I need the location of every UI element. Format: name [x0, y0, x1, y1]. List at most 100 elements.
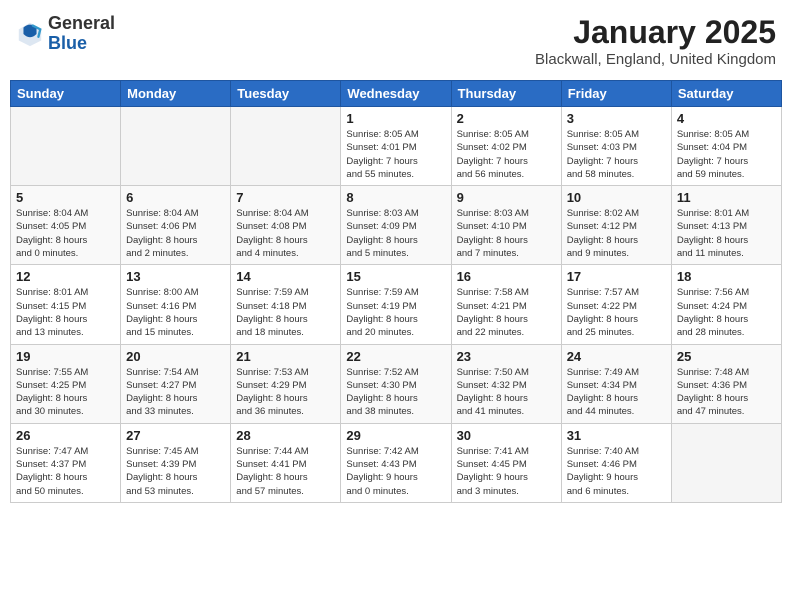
day-number: 1 [346, 111, 445, 126]
calendar-cell: 20 Sunrise: 7:54 AMSunset: 4:27 PMDayligh… [121, 344, 231, 423]
calendar-cell: 30Sunrise: 7:41 AMSunset: 4:45 PMDayligh… [451, 423, 561, 502]
day-number: 27 [126, 428, 225, 443]
calendar-cell: 22 Sunrise: 7:52 AMSunset: 4:30 PMDayligh… [341, 344, 451, 423]
day-number: 13 [126, 269, 225, 284]
day-info: Sunrise: 7:59 AMSunset: 4:18 PMDaylight:… [236, 286, 335, 339]
day-info: Sunrise: 7:44 AMSunset: 4:41 PMDaylight:… [236, 445, 335, 498]
week-row-4: 19 Sunrise: 7:55 AMSunset: 4:25 PMDayligh… [11, 344, 782, 423]
day-info: Sunrise: 8:03 AMSunset: 4:10 PMDaylight:… [457, 207, 556, 260]
day-info: Sunrise: 7:54 AMSunset: 4:27 PMDaylight:… [126, 366, 225, 419]
calendar-cell: 6 Sunrise: 8:04 AMSunset: 4:06 PMDaylight… [121, 186, 231, 265]
day-number: 3 [567, 111, 666, 126]
day-number: 8 [346, 190, 445, 205]
day-info: Sunrise: 8:03 AMSunset: 4:09 PMDaylight:… [346, 207, 445, 260]
title-area: January 2025 Blackwall, England, United … [535, 14, 776, 68]
calendar-cell: 25 Sunrise: 7:48 AMSunset: 4:36 PMDayligh… [671, 344, 781, 423]
calendar-cell: 19 Sunrise: 7:55 AMSunset: 4:25 PMDayligh… [11, 344, 121, 423]
weekday-header-wednesday: Wednesday [341, 81, 451, 107]
calendar-cell: 26 Sunrise: 7:47 AMSunset: 4:37 PMDayligh… [11, 423, 121, 502]
day-info: Sunrise: 7:50 AMSunset: 4:32 PMDaylight:… [457, 366, 556, 419]
day-number: 5 [16, 190, 115, 205]
day-info: Sunrise: 8:05 AMSunset: 4:03 PMDaylight:… [567, 128, 666, 181]
day-number: 7 [236, 190, 335, 205]
calendar-cell: 9Sunrise: 8:03 AMSunset: 4:10 PMDaylight… [451, 186, 561, 265]
weekday-header-row: SundayMondayTuesdayWednesdayThursdayFrid… [11, 81, 782, 107]
weekday-header-monday: Monday [121, 81, 231, 107]
day-info: Sunrise: 7:48 AMSunset: 4:36 PMDaylight:… [677, 366, 776, 419]
calendar-cell: 3 Sunrise: 8:05 AMSunset: 4:03 PMDaylight… [561, 107, 671, 186]
day-number: 2 [457, 111, 556, 126]
calendar-cell [121, 107, 231, 186]
calendar-cell: 21Sunrise: 7:53 AMSunset: 4:29 PMDayligh… [231, 344, 341, 423]
day-number: 14 [236, 269, 335, 284]
week-row-1: 1Sunrise: 8:05 AMSunset: 4:01 PMDaylight… [11, 107, 782, 186]
day-number: 17 [567, 269, 666, 284]
calendar-cell: 1Sunrise: 8:05 AMSunset: 4:01 PMDaylight… [341, 107, 451, 186]
calendar-cell: 8 Sunrise: 8:03 AMSunset: 4:09 PMDaylight… [341, 186, 451, 265]
day-number: 21 [236, 349, 335, 364]
calendar-cell: 12 Sunrise: 8:01 AMSunset: 4:15 PMDayligh… [11, 265, 121, 344]
day-number: 20 [126, 349, 225, 364]
day-number: 18 [677, 269, 776, 284]
location-title: Blackwall, England, United Kingdom [535, 51, 776, 68]
day-info: Sunrise: 8:04 AMSunset: 4:05 PMDaylight:… [16, 207, 115, 260]
day-number: 10 [567, 190, 666, 205]
page-header: General Blue January 2025 Blackwall, Eng… [10, 10, 782, 72]
calendar-cell [11, 107, 121, 186]
day-info: Sunrise: 7:57 AMSunset: 4:22 PMDaylight:… [567, 286, 666, 339]
day-info: Sunrise: 8:02 AMSunset: 4:12 PMDaylight:… [567, 207, 666, 260]
calendar-cell: 17 Sunrise: 7:57 AMSunset: 4:22 PMDayligh… [561, 265, 671, 344]
week-row-2: 5 Sunrise: 8:04 AMSunset: 4:05 PMDaylight… [11, 186, 782, 265]
day-number: 25 [677, 349, 776, 364]
month-title: January 2025 [535, 14, 776, 51]
day-info: Sunrise: 7:42 AMSunset: 4:43 PMDaylight:… [346, 445, 445, 498]
day-number: 22 [346, 349, 445, 364]
logo-general: General [48, 14, 115, 34]
week-row-3: 12 Sunrise: 8:01 AMSunset: 4:15 PMDayligh… [11, 265, 782, 344]
day-info: Sunrise: 7:45 AMSunset: 4:39 PMDaylight:… [126, 445, 225, 498]
day-info: Sunrise: 7:41 AMSunset: 4:45 PMDaylight:… [457, 445, 556, 498]
day-number: 4 [677, 111, 776, 126]
calendar-cell: 27 Sunrise: 7:45 AMSunset: 4:39 PMDayligh… [121, 423, 231, 502]
day-number: 15 [346, 269, 445, 284]
day-number: 26 [16, 428, 115, 443]
calendar-cell: 14 Sunrise: 7:59 AMSunset: 4:18 PMDayligh… [231, 265, 341, 344]
day-info: Sunrise: 7:55 AMSunset: 4:25 PMDaylight:… [16, 366, 115, 419]
day-info: Sunrise: 7:56 AMSunset: 4:24 PMDaylight:… [677, 286, 776, 339]
day-info: Sunrise: 8:04 AMSunset: 4:06 PMDaylight:… [126, 207, 225, 260]
calendar-cell: 31 Sunrise: 7:40 AMSunset: 4:46 PMDayligh… [561, 423, 671, 502]
calendar-cell: 5 Sunrise: 8:04 AMSunset: 4:05 PMDaylight… [11, 186, 121, 265]
weekday-header-friday: Friday [561, 81, 671, 107]
calendar-cell: 18 Sunrise: 7:56 AMSunset: 4:24 PMDayligh… [671, 265, 781, 344]
day-info: Sunrise: 8:04 AMSunset: 4:08 PMDaylight:… [236, 207, 335, 260]
day-number: 19 [16, 349, 115, 364]
calendar-cell: 13 Sunrise: 8:00 AMSunset: 4:16 PMDayligh… [121, 265, 231, 344]
day-number: 11 [677, 190, 776, 205]
calendar-cell: 15Sunrise: 7:59 AMSunset: 4:19 PMDayligh… [341, 265, 451, 344]
day-info: Sunrise: 7:47 AMSunset: 4:37 PMDaylight:… [16, 445, 115, 498]
day-number: 24 [567, 349, 666, 364]
logo-icon [16, 20, 44, 48]
day-info: Sunrise: 7:49 AMSunset: 4:34 PMDaylight:… [567, 366, 666, 419]
day-number: 23 [457, 349, 556, 364]
day-info: Sunrise: 7:40 AMSunset: 4:46 PMDaylight:… [567, 445, 666, 498]
day-info: Sunrise: 8:01 AMSunset: 4:13 PMDaylight:… [677, 207, 776, 260]
calendar-cell: 23 Sunrise: 7:50 AMSunset: 4:32 PMDayligh… [451, 344, 561, 423]
day-number: 28 [236, 428, 335, 443]
calendar-cell: 10 Sunrise: 8:02 AMSunset: 4:12 PMDayligh… [561, 186, 671, 265]
day-number: 16 [457, 269, 556, 284]
logo: General Blue [16, 14, 115, 54]
day-info: Sunrise: 8:05 AMSunset: 4:04 PMDaylight:… [677, 128, 776, 181]
day-info: Sunrise: 7:52 AMSunset: 4:30 PMDaylight:… [346, 366, 445, 419]
day-number: 12 [16, 269, 115, 284]
weekday-header-sunday: Sunday [11, 81, 121, 107]
day-info: Sunrise: 8:01 AMSunset: 4:15 PMDaylight:… [16, 286, 115, 339]
calendar-cell: 28 Sunrise: 7:44 AMSunset: 4:41 PMDayligh… [231, 423, 341, 502]
week-row-5: 26 Sunrise: 7:47 AMSunset: 4:37 PMDayligh… [11, 423, 782, 502]
calendar-cell: 2Sunrise: 8:05 AMSunset: 4:02 PMDaylight… [451, 107, 561, 186]
day-number: 31 [567, 428, 666, 443]
calendar-table: SundayMondayTuesdayWednesdayThursdayFrid… [10, 80, 782, 503]
day-info: Sunrise: 8:00 AMSunset: 4:16 PMDaylight:… [126, 286, 225, 339]
day-number: 6 [126, 190, 225, 205]
weekday-header-saturday: Saturday [671, 81, 781, 107]
